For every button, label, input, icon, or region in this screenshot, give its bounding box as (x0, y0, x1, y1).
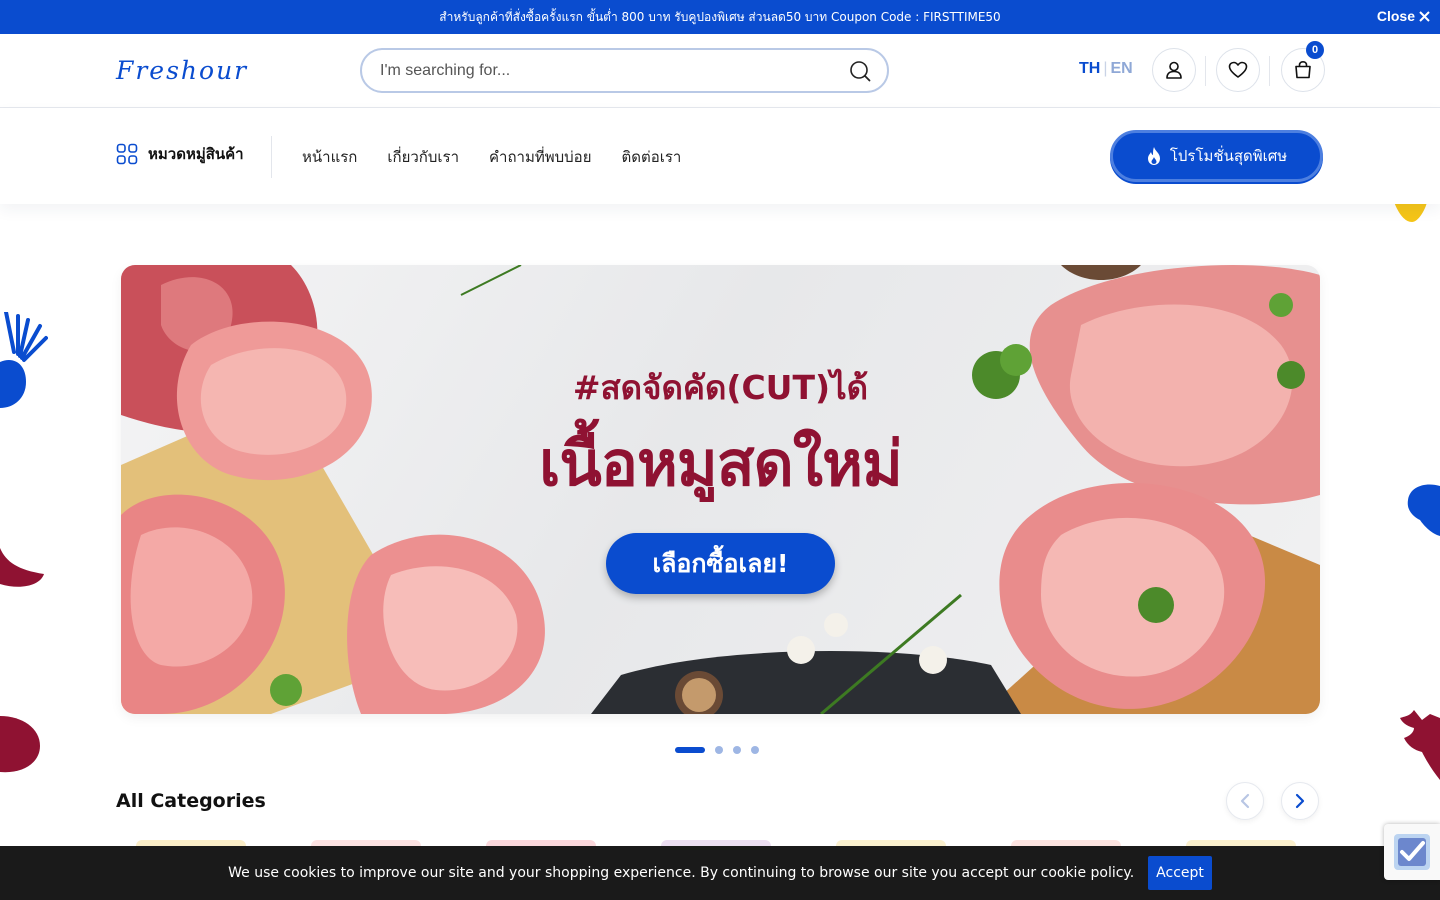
hero-shop-now-button[interactable]: เลือกซื้อเลย! (606, 533, 835, 594)
main-navigation: หมวดหมู่สินค้า หน้าแรก เกี่ยวกับเรา คำถา… (0, 108, 1440, 204)
carousel-dot[interactable] (751, 746, 759, 754)
hero-tagline: #สดจัดคัด(CUT)ได้ (572, 368, 869, 407)
announcement-text: สำหรับลูกค้าที่สั่งซื้อครั้งแรก ขั้นต่ำ … (439, 9, 1001, 24)
categories-prev-button[interactable] (1226, 782, 1264, 820)
close-icon (1419, 10, 1430, 22)
lang-separator: | (1103, 60, 1108, 77)
recaptcha-icon (1394, 834, 1430, 870)
categories-menu-button[interactable]: หมวดหมู่สินค้า (116, 142, 244, 166)
decorative-circle-red (0, 716, 40, 773)
categories-next-button[interactable] (1281, 782, 1319, 820)
search-input[interactable] (380, 59, 830, 83)
shopping-bag-icon (1295, 60, 1311, 79)
nav-link-contact[interactable]: ติดต่อเรา (621, 145, 681, 169)
decorative-chili-red (0, 548, 44, 587)
categories-menu-label: หมวดหมู่สินค้า (148, 145, 244, 163)
decorative-leaf-blue (1407, 484, 1440, 536)
all-categories-heading: All Categories (116, 790, 266, 812)
hero-banner[interactable]: #สดจัดคัด(CUT)ได้ เนื้อหมูสดใหม่ เลือกซื… (121, 265, 1320, 714)
nav-divider (271, 136, 272, 178)
nav-link-about[interactable]: เกี่ยวกับเรา (387, 145, 459, 169)
search-icon[interactable] (849, 60, 871, 82)
nav-links: หน้าแรก เกี่ยวกับเรา คำถามที่พบบ่อย ติดต… (302, 145, 681, 169)
nav-link-home[interactable]: หน้าแรก (302, 145, 357, 169)
account-button[interactable] (1152, 48, 1196, 92)
flame-icon (1147, 147, 1160, 165)
chevron-right-icon (1295, 793, 1305, 809)
user-icon (1166, 61, 1182, 79)
decorative-radish-blue (0, 312, 48, 408)
cookie-consent-text: We use cookies to improve our site and y… (228, 865, 1135, 881)
site-header: Freshour TH|EN (0, 34, 1440, 108)
lang-en-option[interactable]: EN (1110, 60, 1132, 77)
lang-th-option[interactable]: TH (1079, 60, 1100, 77)
wishlist-button[interactable] (1216, 48, 1260, 92)
site-logo[interactable]: Freshour (116, 56, 248, 85)
carousel-dot[interactable] (715, 746, 723, 754)
chevron-left-icon (1240, 793, 1250, 809)
grid-icon (116, 143, 138, 165)
header-divider (1269, 56, 1270, 86)
announcement-bar: สำหรับลูกค้าที่สั่งซื้อครั้งแรก ขั้นต่ำ … (0, 0, 1440, 34)
cart-count-badge: 0 (1306, 41, 1324, 59)
promotion-label: โปรโมชั่นสุดพิเศษ (1169, 147, 1288, 165)
page: สำหรับลูกค้าที่สั่งซื้อครั้งแรก ขั้นต่ำ … (0, 0, 1440, 900)
nav-link-faq[interactable]: คำถามที่พบบ่อย (489, 145, 591, 169)
recaptcha-badge[interactable] (1384, 824, 1440, 880)
hero-title: เนื้อหมูสดใหม่ (539, 427, 903, 500)
search-box (360, 48, 889, 93)
announcement-close-label: Close (1376, 8, 1415, 24)
heart-icon (1228, 61, 1248, 78)
header-divider (1205, 56, 1206, 86)
cookie-accept-button[interactable]: Accept (1148, 856, 1212, 890)
cookie-consent-bar: We use cookies to improve our site and y… (0, 846, 1440, 900)
carousel-pagination (675, 746, 759, 754)
carousel-dot-active[interactable] (675, 747, 705, 753)
announcement-close-button[interactable]: Close (1377, 8, 1430, 24)
language-switcher: TH | EN (1079, 60, 1133, 78)
promotion-button[interactable]: โปรโมชั่นสุดพิเศษ (1110, 130, 1323, 182)
carousel-dot[interactable] (733, 746, 741, 754)
logo-text: Freshour (116, 56, 249, 85)
cart-button[interactable]: 0 (1281, 41, 1325, 92)
decorative-berry-red (1400, 710, 1440, 780)
